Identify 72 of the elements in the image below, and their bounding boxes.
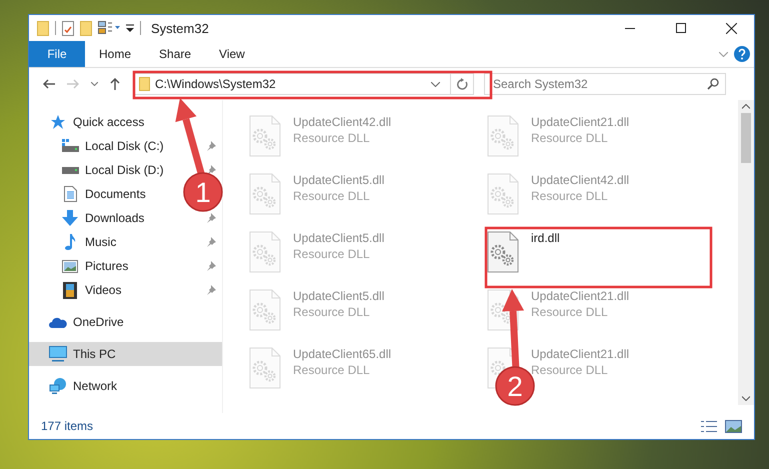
scroll-up-icon[interactable] [742,104,750,109]
file-type: Resource DLL [293,131,371,145]
step-badge: 1 [183,172,223,212]
file-type: Resource DLL [293,363,371,377]
scrollbar[interactable] [738,100,754,405]
close-icon [726,22,737,34]
document-icon [64,186,76,202]
nav-item[interactable]: Local Disk (C:) [61,134,222,158]
folder-icon [37,20,49,36]
help-icon[interactable] [734,46,750,62]
pin-icon [206,285,216,295]
pin-icon [206,213,216,223]
picture-icon [62,260,78,272]
nav-item[interactable]: OneDrive [29,310,222,334]
nav-item[interactable]: Videos [61,278,222,302]
pin-icon [206,165,216,175]
address-field[interactable]: C:\Windows\System32 [134,73,474,95]
pin-icon [206,261,216,271]
layout-dropdown-icon [98,21,120,35]
network-globe-icon [49,378,67,394]
nav-item[interactable]: Pictures [61,254,222,278]
dll-file-icon [487,173,519,215]
dropdown-icon[interactable] [431,82,440,86]
dll-file-icon [249,115,281,157]
nav-item[interactable]: Music [61,230,222,254]
item-count: 177 items [41,419,94,433]
file-name[interactable]: ird.dll [531,231,560,245]
scroll-down-icon[interactable] [742,396,750,401]
nav-item[interactable]: Network [29,374,222,398]
search-field[interactable]: Search System32 [484,73,726,95]
ribbon-tab[interactable]: File [29,41,85,67]
nav-item[interactable]: This PC [29,342,222,366]
dll-file-icon [487,231,519,273]
address-path: C:\Windows\System32 [155,77,277,91]
drive-icon [62,139,78,153]
file-type: Resource DLL [293,305,371,319]
ribbon-tab[interactable]: Home [85,41,146,67]
music-note-icon [64,234,76,250]
dll-file-icon [249,289,281,331]
folder-icon [139,77,150,91]
file-type: Resource DLL [531,131,609,145]
star-icon [50,115,66,129]
dll-file-icon [249,173,281,215]
picture-icon [725,420,742,432]
scroll-thumb[interactable] [741,113,751,163]
properties-icon [62,20,74,36]
nav-item[interactable]: Quick access [29,110,222,134]
file-type: Resource DLL [531,189,609,203]
file-type: Resource DLL [293,247,371,261]
ribbon-tab[interactable]: View [205,41,259,67]
pin-icon [206,141,216,151]
dll-file-icon [249,347,281,389]
nav-item[interactable]: Documents [61,182,146,206]
pin-icon [206,237,216,247]
details-list-icon [701,420,717,432]
file-type: Resource DLL [531,305,609,319]
search-icon [707,78,719,90]
dll-file-icon [249,231,281,273]
refresh-icon[interactable] [456,78,468,90]
cloud-icon [49,316,67,328]
download-arrow-icon [62,210,78,226]
dll-file-icon [487,115,519,157]
film-icon [63,282,77,298]
folder-icon [80,20,92,36]
drive-icon [62,166,78,174]
expand-ribbon-icon[interactable] [719,52,728,56]
maximize-icon [676,23,686,33]
ribbon-tab[interactable]: Share [145,41,206,67]
customize-toolbar-icon [126,24,134,32]
monitor-icon [49,346,67,362]
window-title: System32 [151,20,210,36]
file-type: Resource DLL [293,189,371,203]
